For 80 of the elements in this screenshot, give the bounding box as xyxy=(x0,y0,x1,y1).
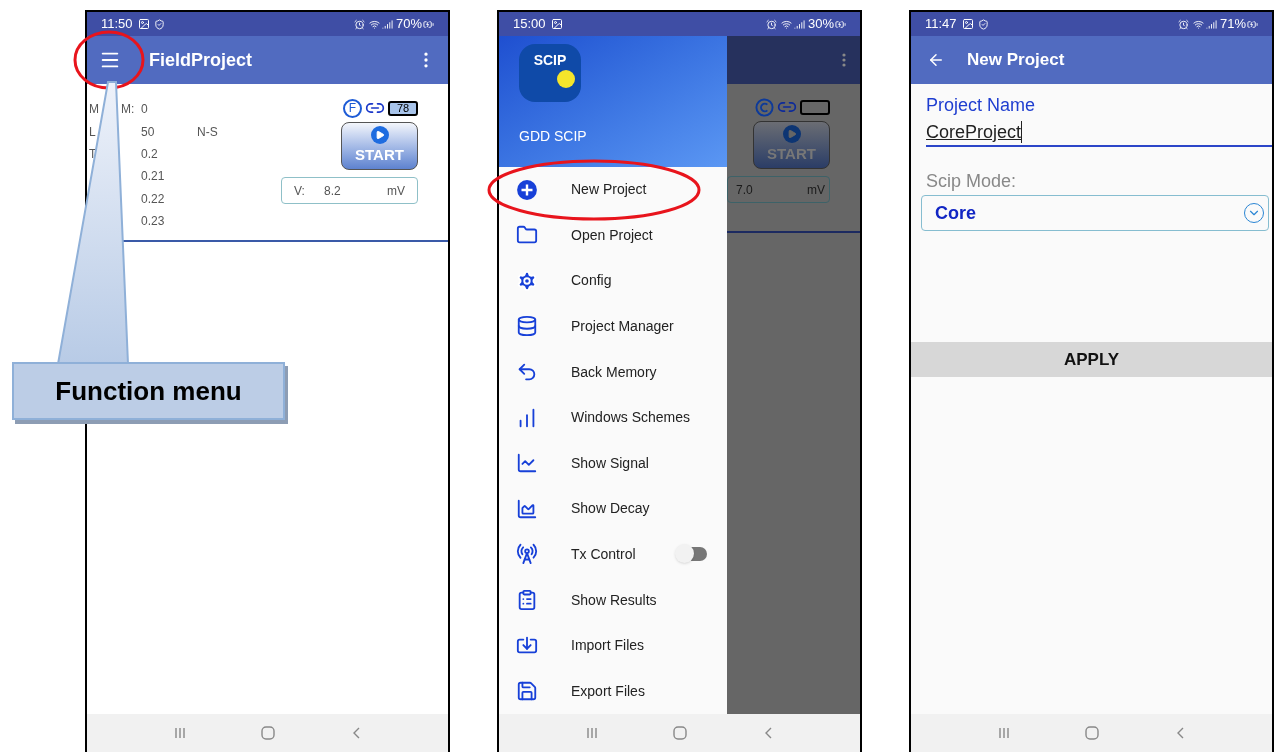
more-icon xyxy=(842,53,846,67)
project-name-field[interactable]: CoreProject xyxy=(926,119,1272,147)
drawer-item[interactable]: Show Decay xyxy=(499,486,727,532)
alarm-icon xyxy=(353,18,365,30)
line-chart-icon xyxy=(516,452,538,475)
reading-label: M xyxy=(89,101,99,119)
battery-percent: 71% xyxy=(1219,15,1246,34)
voltage-field: V: 8.2 mV xyxy=(281,177,418,204)
status-time: 11:50 xyxy=(101,15,133,34)
battery-percent: 70% xyxy=(395,15,422,34)
status-time: 15:00 xyxy=(513,15,546,34)
wifi-icon xyxy=(368,18,380,30)
gear-icon xyxy=(516,269,538,292)
signal-icon xyxy=(793,18,805,30)
reading-value: 0.21 xyxy=(141,168,166,186)
wifi-icon xyxy=(1192,18,1204,30)
status-time: 11:47 xyxy=(925,15,957,34)
apply-button[interactable]: APPLY xyxy=(911,342,1272,377)
back-icon[interactable] xyxy=(351,727,360,739)
shield-icon xyxy=(977,18,989,30)
recents-icon[interactable] xyxy=(175,727,186,739)
checklist-icon xyxy=(516,589,538,611)
image-icon xyxy=(550,18,563,30)
drawer-item[interactable]: Windows Schemes xyxy=(499,394,727,441)
home-icon[interactable] xyxy=(673,726,688,740)
drawer-item[interactable]: Show Results xyxy=(499,577,727,623)
app-logo: SCIP xyxy=(519,44,581,102)
play-icon xyxy=(782,124,801,143)
alarm-icon xyxy=(765,18,777,30)
radio-tower-icon xyxy=(516,543,538,566)
battery-icon xyxy=(423,18,434,30)
save-icon xyxy=(516,680,538,703)
image-icon xyxy=(137,18,150,30)
reading-label: M: xyxy=(121,101,135,119)
reading-value: 50 xyxy=(141,123,156,141)
recents-icon[interactable] xyxy=(999,727,1010,739)
reading-label: L xyxy=(89,123,96,141)
drawer-item[interactable]: Back Memory xyxy=(499,349,727,395)
recents-icon[interactable] xyxy=(587,727,598,739)
field-label: Project Name xyxy=(926,94,1037,117)
back-icon[interactable] xyxy=(1175,727,1184,739)
battery-indicator: 78 xyxy=(388,100,418,116)
alarm-icon xyxy=(1177,18,1189,30)
back-icon[interactable] xyxy=(763,727,772,739)
image-icon xyxy=(961,18,974,30)
mode-letter: F xyxy=(343,98,362,118)
drawer-item[interactable]: Export Files xyxy=(499,668,727,714)
reading-value: 0.22 xyxy=(141,190,166,208)
drawer-item[interactable]: New Project xyxy=(499,166,727,213)
drawer-item[interactable]: Open Project xyxy=(499,212,727,259)
drawer-subtitle: GDD SCIP xyxy=(519,127,588,146)
reading-extra: N-S xyxy=(197,123,218,141)
wifi-icon xyxy=(780,18,792,30)
copyright-icon xyxy=(755,97,774,117)
signal-icon xyxy=(1205,18,1217,30)
drawer-item[interactable]: Import Files xyxy=(499,622,727,669)
battery-icon xyxy=(1247,18,1258,30)
reading-value: 0.23 xyxy=(141,213,166,231)
reading-value: 0.2 xyxy=(141,145,159,163)
reading-value: 0 xyxy=(141,101,149,119)
drawer-item[interactable]: Project Manager xyxy=(499,303,727,350)
database-icon xyxy=(516,315,538,338)
voltage-field: 7.0 mV xyxy=(727,176,830,203)
home-icon[interactable] xyxy=(1085,726,1100,740)
signal-icon xyxy=(381,18,393,30)
plus-circle-icon xyxy=(516,178,538,201)
shield-icon xyxy=(153,18,165,30)
drawer-item[interactable]: Tx Control xyxy=(499,531,727,578)
battery-icon xyxy=(800,99,830,115)
battery-percent: 30% xyxy=(807,15,834,34)
play-icon xyxy=(370,125,389,144)
field-label: Scip Mode: xyxy=(926,170,1018,193)
drawer-item[interactable]: Show Signal xyxy=(499,440,727,487)
home-icon[interactable] xyxy=(261,726,276,740)
battery-icon xyxy=(835,18,846,30)
app-title: FieldProject xyxy=(149,48,253,72)
drawer-item[interactable]: Config xyxy=(499,258,727,304)
area-chart-icon xyxy=(516,497,538,520)
scip-mode-select[interactable]: Core xyxy=(921,195,1269,231)
app-title: New Project xyxy=(967,49,1065,72)
